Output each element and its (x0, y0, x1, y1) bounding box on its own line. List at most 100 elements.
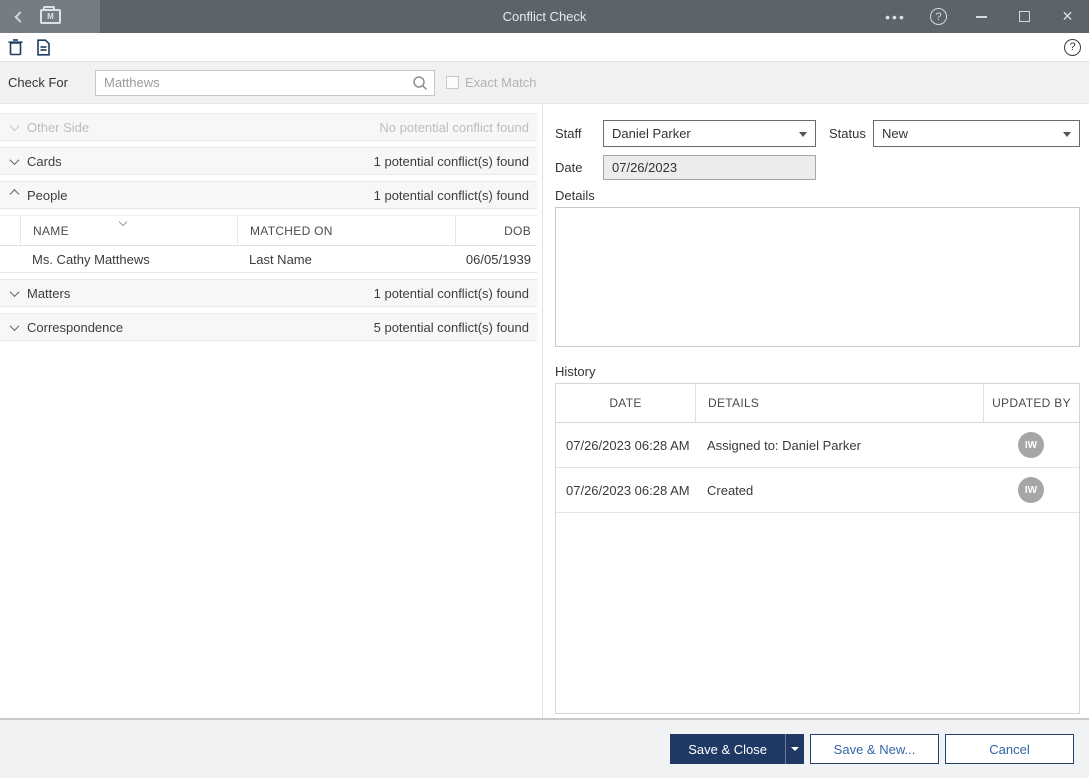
cell-matched-on: Last Name (249, 251, 312, 267)
history-col-updated-by[interactable]: UPDATED BY (983, 384, 1079, 422)
status-dropdown[interactable]: New (873, 120, 1080, 147)
new-document-button[interactable] (36, 38, 50, 56)
cell-date: 07/26/2023 06:28 AM (566, 437, 690, 453)
minimize-button[interactable] (960, 0, 1003, 33)
exact-match-checkbox[interactable] (446, 76, 459, 89)
people-col-name[interactable]: NAME (20, 216, 237, 245)
history-table-header: DATE DETAILS UPDATED BY (556, 384, 1079, 423)
maximize-icon (1019, 11, 1030, 22)
details-label: Details (555, 188, 595, 203)
cell-dob: 06/05/1939 (465, 251, 531, 267)
section-people[interactable]: People 1 potential conflict(s) found (0, 181, 537, 209)
people-col-indent (0, 216, 20, 245)
back-icon[interactable] (14, 10, 26, 23)
section-other-side[interactable]: Other Side No potential conflict found (0, 113, 537, 141)
section-status: 1 potential conflict(s) found (373, 285, 529, 301)
cell-date: 07/26/2023 06:28 AM (566, 482, 690, 498)
section-label: Correspondence (27, 319, 124, 335)
document-icon (37, 38, 50, 56)
chevron-down-icon (9, 154, 20, 165)
results-panel: Other Side No potential conflict found C… (0, 104, 543, 718)
search-input-wrap (95, 69, 435, 96)
people-table-header: NAME MATCHED ON DOB (0, 215, 537, 246)
close-icon: ✕ (1061, 8, 1074, 24)
window-controls: ••• ? ✕ (874, 0, 1089, 33)
titlebar-help-button[interactable]: ? (917, 0, 960, 33)
close-button[interactable]: ✕ (1046, 0, 1089, 33)
section-status: 5 potential conflict(s) found (373, 319, 529, 335)
staff-dropdown[interactable]: Daniel Parker (603, 120, 816, 147)
chevron-up-icon (9, 188, 20, 199)
toolbar: ? (0, 33, 1089, 62)
table-row[interactable]: 07/26/2023 06:28 AM Created IW (556, 468, 1079, 513)
staff-value: Daniel Parker (612, 126, 691, 141)
section-correspondence[interactable]: Correspondence 5 potential conflict(s) f… (0, 313, 537, 341)
save-new-button[interactable]: Save & New... (810, 734, 939, 764)
check-for-row: Check For Exact Match (0, 62, 1089, 104)
chevron-down-icon (799, 132, 807, 137)
trash-icon (8, 38, 23, 55)
section-matters[interactable]: Matters 1 potential conflict(s) found (0, 279, 537, 307)
people-table: NAME MATCHED ON DOB Ms. Cathy Matthews L… (0, 215, 537, 273)
conflict-check-window: Conflict Check M ••• ? ✕ ? Check For Mat… (0, 0, 1089, 778)
date-label: Date (555, 160, 583, 175)
detail-panel: Staff Daniel Parker Status New Date 07/2… (543, 104, 1089, 718)
cell-details: Created (707, 482, 754, 498)
history-label: History (555, 364, 596, 379)
more-options-button[interactable]: ••• (874, 0, 917, 33)
section-status: 1 potential conflict(s) found (373, 187, 529, 203)
titlebar-left-segment: M (0, 0, 100, 33)
section-label: People (27, 187, 68, 203)
people-col-matched-on[interactable]: MATCHED ON (237, 216, 455, 245)
date-row: Date 07/26/2023 (555, 155, 1080, 180)
footer: Save & Close Save & New... Cancel (0, 720, 1089, 778)
save-close-split-button: Save & Close (670, 734, 804, 764)
exact-match-label: Exact Match (465, 75, 537, 90)
check-for-label: Check For (8, 75, 68, 90)
chevron-down-icon (791, 747, 799, 751)
section-label: Cards (27, 153, 62, 169)
folder-letter: M (47, 11, 54, 21)
avatar: IW (1018, 477, 1044, 503)
ellipsis-icon: ••• (885, 8, 906, 25)
search-input[interactable] (95, 69, 435, 96)
table-row[interactable]: Ms. Cathy Matthews Last Name 06/05/1939 (0, 246, 537, 273)
section-label: Other Side (27, 119, 90, 135)
avatar: IW (1018, 432, 1044, 458)
titlebar: Conflict Check M ••• ? ✕ (0, 0, 1089, 33)
chevron-down-icon (9, 320, 20, 331)
date-value: 07/26/2023 (612, 160, 678, 175)
status-label: Status (829, 126, 866, 141)
history-table: DATE DETAILS UPDATED BY 07/26/2023 06:28… (555, 383, 1080, 714)
table-row[interactable]: 07/26/2023 06:28 AM Assigned to: Daniel … (556, 423, 1079, 468)
history-col-date[interactable]: DATE (556, 384, 695, 422)
chevron-down-icon (9, 120, 20, 131)
chevron-down-icon (9, 286, 20, 297)
maximize-button[interactable] (1003, 0, 1046, 33)
staff-label: Staff (555, 126, 582, 141)
people-col-dob[interactable]: DOB (455, 216, 537, 245)
save-close-menu-button[interactable] (785, 734, 804, 764)
cell-name: Ms. Cathy Matthews (32, 251, 150, 267)
help-icon: ? (930, 8, 947, 25)
date-field: 07/26/2023 (603, 155, 816, 180)
content: Other Side No potential conflict found C… (0, 104, 1089, 718)
toolbar-help-button[interactable]: ? (1064, 38, 1081, 56)
matter-folder-icon[interactable]: M (40, 6, 61, 24)
cancel-button[interactable]: Cancel (945, 734, 1074, 764)
section-status: 1 potential conflict(s) found (373, 153, 529, 169)
cell-details: Assigned to: Daniel Parker (707, 437, 861, 453)
help-icon: ? (1064, 38, 1081, 56)
delete-button[interactable] (8, 38, 23, 56)
search-icon[interactable] (412, 75, 428, 91)
minimize-icon (976, 15, 987, 18)
chevron-down-icon (1063, 132, 1071, 137)
staff-status-row: Staff Daniel Parker Status New (555, 120, 1080, 147)
section-status: No potential conflict found (379, 119, 529, 135)
save-close-button[interactable]: Save & Close (670, 734, 785, 764)
section-label: Matters (27, 285, 71, 301)
section-cards[interactable]: Cards 1 potential conflict(s) found (0, 147, 537, 175)
details-textarea[interactable] (555, 207, 1080, 347)
history-col-details[interactable]: DETAILS (695, 384, 983, 422)
exact-match-group: Exact Match (446, 75, 537, 90)
